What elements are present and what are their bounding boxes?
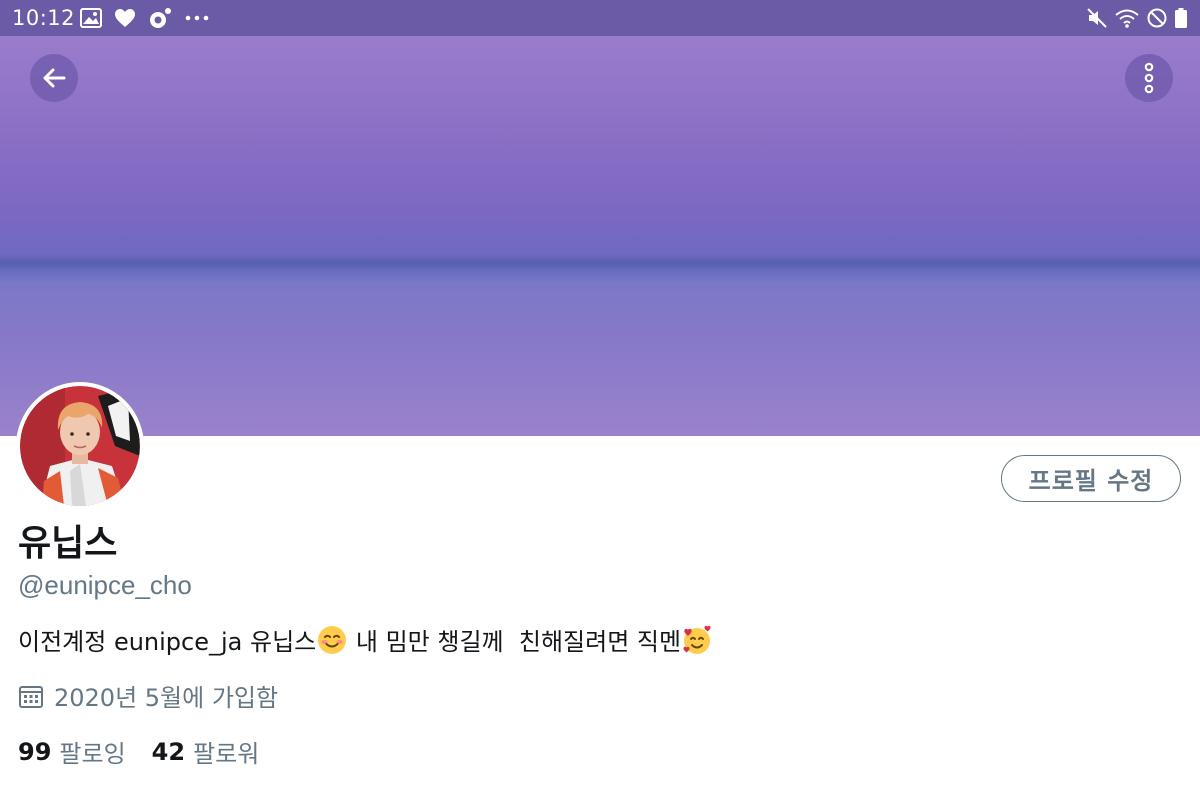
mute-icon [1087, 8, 1107, 28]
profile-banner [0, 36, 1200, 436]
followers-link[interactable]: 42 팔로워 [152, 734, 260, 769]
status-time: 10:12 [12, 6, 76, 30]
more-options-button[interactable] [1125, 54, 1173, 102]
back-button[interactable] [30, 54, 78, 102]
following-label: 팔로잉 [59, 740, 126, 768]
arrow-left-icon [43, 68, 66, 88]
following-link[interactable]: 99 팔로잉 [18, 734, 126, 769]
joined-text: 2020년 5월에 가입함 [54, 684, 279, 712]
bio-text-part1: 이전계정 eunipce_ja 유닙스 [18, 628, 317, 656]
status-bar: 10:12 [0, 0, 1200, 36]
avatar[interactable] [16, 382, 144, 510]
app-icon [150, 8, 171, 28]
status-right-icons [1086, 7, 1188, 29]
calendar-icon [19, 685, 43, 708]
joined-date: 2020년 5월에 가입함 [18, 678, 278, 713]
wifi-icon [1115, 9, 1139, 28]
edit-profile-button[interactable]: 프로필 수정 [1001, 455, 1181, 502]
display-name: 유닙스 [18, 523, 118, 564]
more-dots-icon [185, 15, 209, 21]
bio-text-part2: 내 밈만 챙길께 친해질려면 직멘 [348, 628, 682, 656]
image-icon [80, 8, 102, 28]
battery-icon [1175, 8, 1187, 28]
followers-count: 42 [151, 737, 186, 766]
dnd-icon [1147, 8, 1167, 28]
username-handle: @eunipce_cho [18, 570, 192, 600]
follow-stats: 99 팔로잉 42 팔로워 [18, 734, 259, 769]
avatar-image [20, 386, 140, 506]
profile-bio: 이전계정 eunipce_ja 유닙스 내 밈만 챙길께 친해질려면 직멘 [18, 622, 713, 657]
more-vertical-icon [1144, 62, 1154, 94]
following-count: 99 [18, 737, 52, 766]
followers-label: 팔로워 [193, 740, 260, 768]
smiling-face-with-hearts-emoji-icon [683, 625, 711, 654]
smiling-face-emoji-icon [318, 625, 347, 654]
heart-icon [115, 9, 135, 27]
status-left-icons [80, 7, 210, 29]
